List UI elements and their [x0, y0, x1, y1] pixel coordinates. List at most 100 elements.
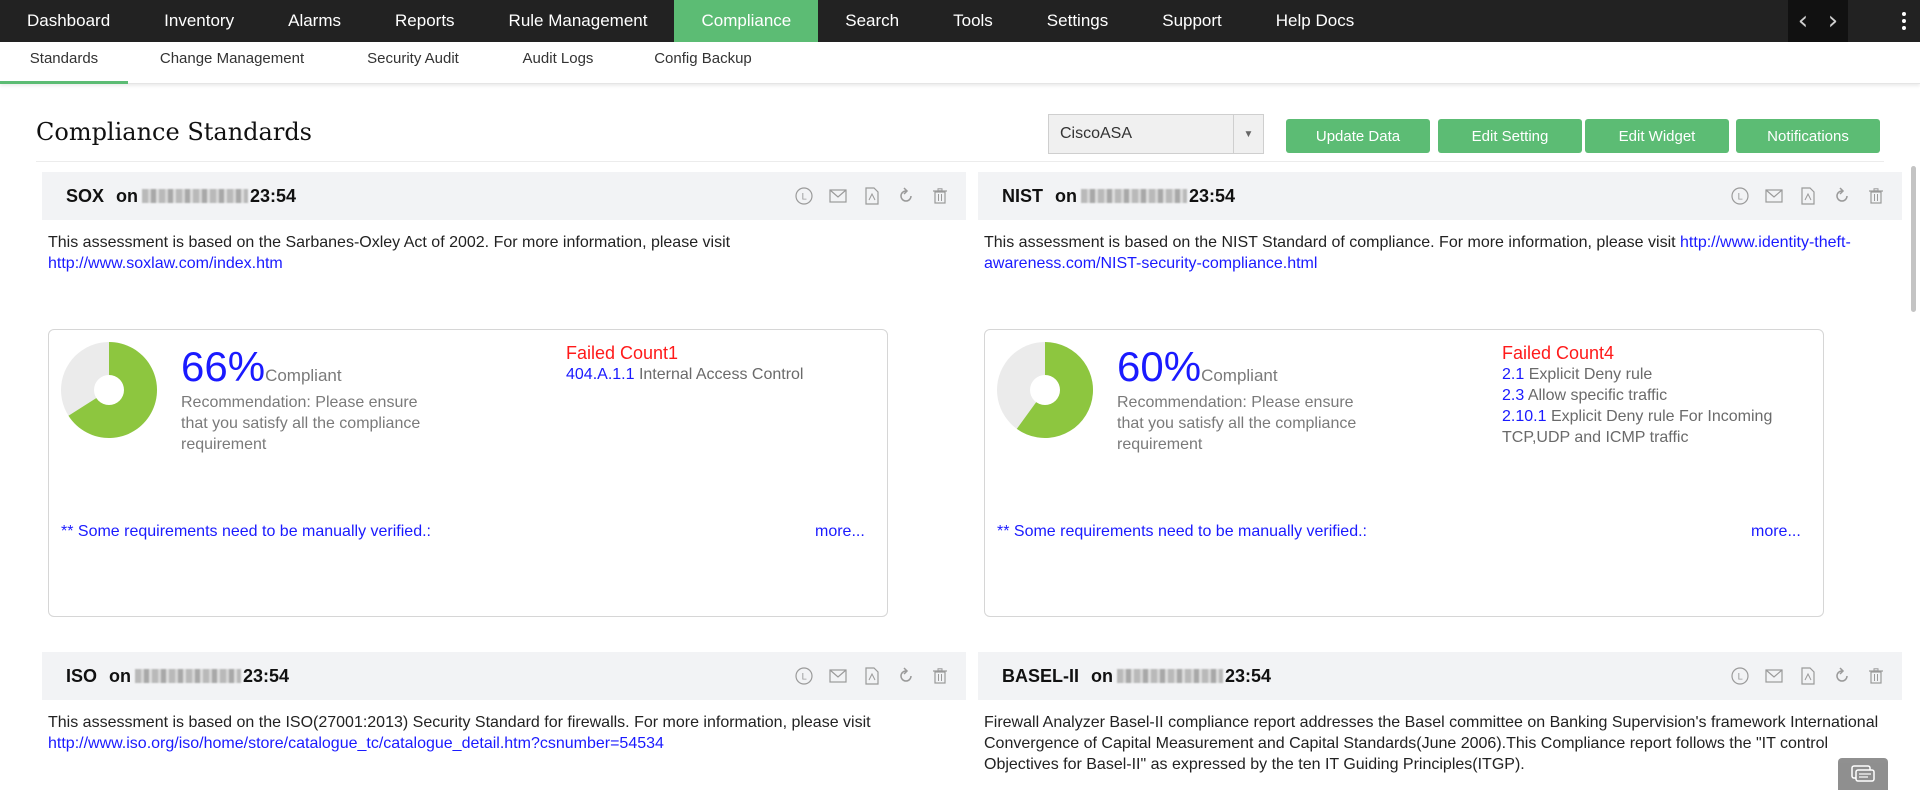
card-actions: L: [1730, 172, 1886, 220]
nav-help-docs[interactable]: Help Docs: [1249, 0, 1381, 42]
redacted-date: [135, 669, 242, 683]
page-scrollbar[interactable]: [1906, 160, 1920, 790]
top-navigation: Dashboard Inventory Alarms Reports Rule …: [0, 0, 1920, 42]
trash-icon[interactable]: [930, 666, 950, 686]
card-title: NIST: [1002, 185, 1044, 206]
chat-icon[interactable]: [1838, 758, 1888, 790]
redacted-date: [142, 189, 249, 203]
nav-search[interactable]: Search: [818, 0, 926, 42]
nav-settings[interactable]: Settings: [1020, 0, 1135, 42]
tab-security-audit[interactable]: Security Audit: [352, 42, 474, 84]
failed-item: 2.1 Explicit Deny rule: [1502, 364, 1802, 385]
recommendation-text: Recommendation: Please ensure that you s…: [1117, 394, 1357, 453]
pdf-icon[interactable]: [862, 666, 882, 686]
sub-navigation: Standards Change Management Security Aud…: [0, 42, 1920, 84]
failed-count: Failed Count4: [1502, 343, 1615, 363]
nav-dashboard[interactable]: Dashboard: [0, 0, 137, 42]
device-select[interactable]: CiscoASA ▼: [1048, 114, 1264, 154]
manual-verify-link[interactable]: ** Some requirements need to be manually…: [997, 523, 1367, 541]
nav-tools[interactable]: Tools: [926, 0, 1020, 42]
nist-summary-box: 60%Compliant Recommendation: Please ensu…: [984, 329, 1824, 617]
iso-info-link[interactable]: http://www.iso.org/iso/home/store/catalo…: [48, 735, 664, 752]
compliant-label: Compliant: [265, 366, 342, 385]
rule-description: Allow specific traffic: [1527, 387, 1668, 404]
nav-support[interactable]: Support: [1135, 0, 1249, 42]
failed-list: Failed Count4 2.1 Explicit Deny rule 2.3…: [1502, 342, 1802, 448]
chevron-left-icon[interactable]: ‹: [1798, 0, 1808, 42]
edit-widget-button[interactable]: Edit Widget: [1585, 119, 1729, 153]
tab-change-management[interactable]: Change Management: [142, 42, 322, 84]
svg-text:L: L: [1737, 193, 1742, 203]
nav-reports[interactable]: Reports: [368, 0, 482, 42]
tab-standards[interactable]: Standards: [0, 42, 128, 84]
sox-summary-box: 66%Compliant Recommendation: Please ensu…: [48, 329, 888, 617]
schedule-icon[interactable]: L: [794, 666, 814, 686]
rule-code-link[interactable]: 2.10.1: [1502, 408, 1546, 425]
sox-info-link[interactable]: http://www.soxlaw.com/index.htm: [48, 255, 283, 272]
sox-description: This assessment is based on the Sarbanes…: [48, 232, 948, 274]
failed-count: Failed Count1: [566, 343, 679, 363]
rule-description: Explicit Deny rule: [1528, 366, 1653, 383]
description-text: This assessment is based on the Sarbanes…: [48, 234, 731, 251]
rule-description: Internal Access Control: [638, 366, 804, 383]
redacted-date: [1117, 669, 1224, 683]
trash-icon[interactable]: [1866, 666, 1886, 686]
refresh-icon[interactable]: [1832, 666, 1852, 686]
card-title: BASEL-II: [1002, 665, 1080, 686]
chevron-right-icon[interactable]: ›: [1828, 0, 1838, 42]
failed-item: 2.3 Allow specific traffic: [1502, 385, 1802, 406]
rule-code-link[interactable]: 2.3: [1502, 387, 1524, 404]
schedule-icon[interactable]: L: [794, 186, 814, 206]
pdf-icon[interactable]: [1798, 186, 1818, 206]
update-data-button[interactable]: Update Data: [1286, 119, 1430, 153]
edit-setting-button[interactable]: Edit Setting: [1438, 119, 1582, 153]
refresh-icon[interactable]: [1832, 186, 1852, 206]
percent-value: 66%: [181, 343, 266, 390]
card-on-label: on: [1091, 665, 1114, 686]
trash-icon[interactable]: [1866, 186, 1886, 206]
nav-inventory[interactable]: Inventory: [137, 0, 261, 42]
pdf-icon[interactable]: [862, 186, 882, 206]
refresh-icon[interactable]: [896, 186, 916, 206]
nav-alarms[interactable]: Alarms: [261, 0, 368, 42]
sox-card-header: SOX on 23:54 L: [42, 172, 966, 220]
failed-item: 404.A.1.1 Internal Access Control: [566, 364, 866, 385]
email-icon[interactable]: [1764, 666, 1784, 686]
svg-text:L: L: [801, 193, 806, 203]
header-divider: [36, 161, 1884, 162]
iso-card-header: ISO on 23:54 L: [42, 652, 966, 700]
schedule-icon[interactable]: L: [1730, 186, 1750, 206]
schedule-icon[interactable]: L: [1730, 666, 1750, 686]
tab-audit-logs[interactable]: Audit Logs: [508, 42, 608, 84]
kebab-menu-icon[interactable]: [1892, 0, 1916, 42]
tab-config-backup[interactable]: Config Backup: [646, 42, 760, 84]
email-icon[interactable]: [828, 666, 848, 686]
more-link[interactable]: more...: [815, 523, 865, 541]
nist-card-header: NIST on 23:54 L: [978, 172, 1902, 220]
pdf-icon[interactable]: [1798, 666, 1818, 686]
failed-item: 2.10.1 Explicit Deny rule For Incoming T…: [1502, 406, 1802, 448]
trash-icon[interactable]: [930, 186, 950, 206]
nav-scroll-arrows: ‹ ›: [1788, 0, 1848, 42]
nist-description: This assessment is based on the NIST Sta…: [984, 232, 1884, 274]
email-icon[interactable]: [1764, 186, 1784, 206]
scrollbar-thumb[interactable]: [1911, 166, 1916, 312]
recommendation-text: Recommendation: Please ensure that you s…: [181, 394, 421, 453]
card-title: ISO: [66, 665, 98, 686]
card-actions: L: [794, 172, 950, 220]
more-link[interactable]: more...: [1751, 523, 1801, 541]
rule-code-link[interactable]: 404.A.1.1: [566, 366, 635, 383]
notifications-button[interactable]: Notifications: [1736, 119, 1880, 153]
refresh-icon[interactable]: [896, 666, 916, 686]
description-text: This assessment is based on the ISO(2700…: [48, 714, 871, 731]
email-icon[interactable]: [828, 186, 848, 206]
manual-verify-link[interactable]: ** Some requirements need to be manually…: [61, 523, 431, 541]
svg-text:L: L: [1737, 673, 1742, 683]
basel-card-header: BASEL-II on 23:54 L: [978, 652, 1902, 700]
rule-code-link[interactable]: 2.1: [1502, 366, 1524, 383]
description-text: This assessment is based on the NIST Sta…: [984, 234, 1676, 251]
nav-compliance[interactable]: Compliance: [674, 0, 819, 42]
compliance-percent: 66%Compliant: [181, 344, 342, 399]
nav-rule-management[interactable]: Rule Management: [482, 0, 675, 42]
card-title: SOX: [66, 185, 105, 206]
